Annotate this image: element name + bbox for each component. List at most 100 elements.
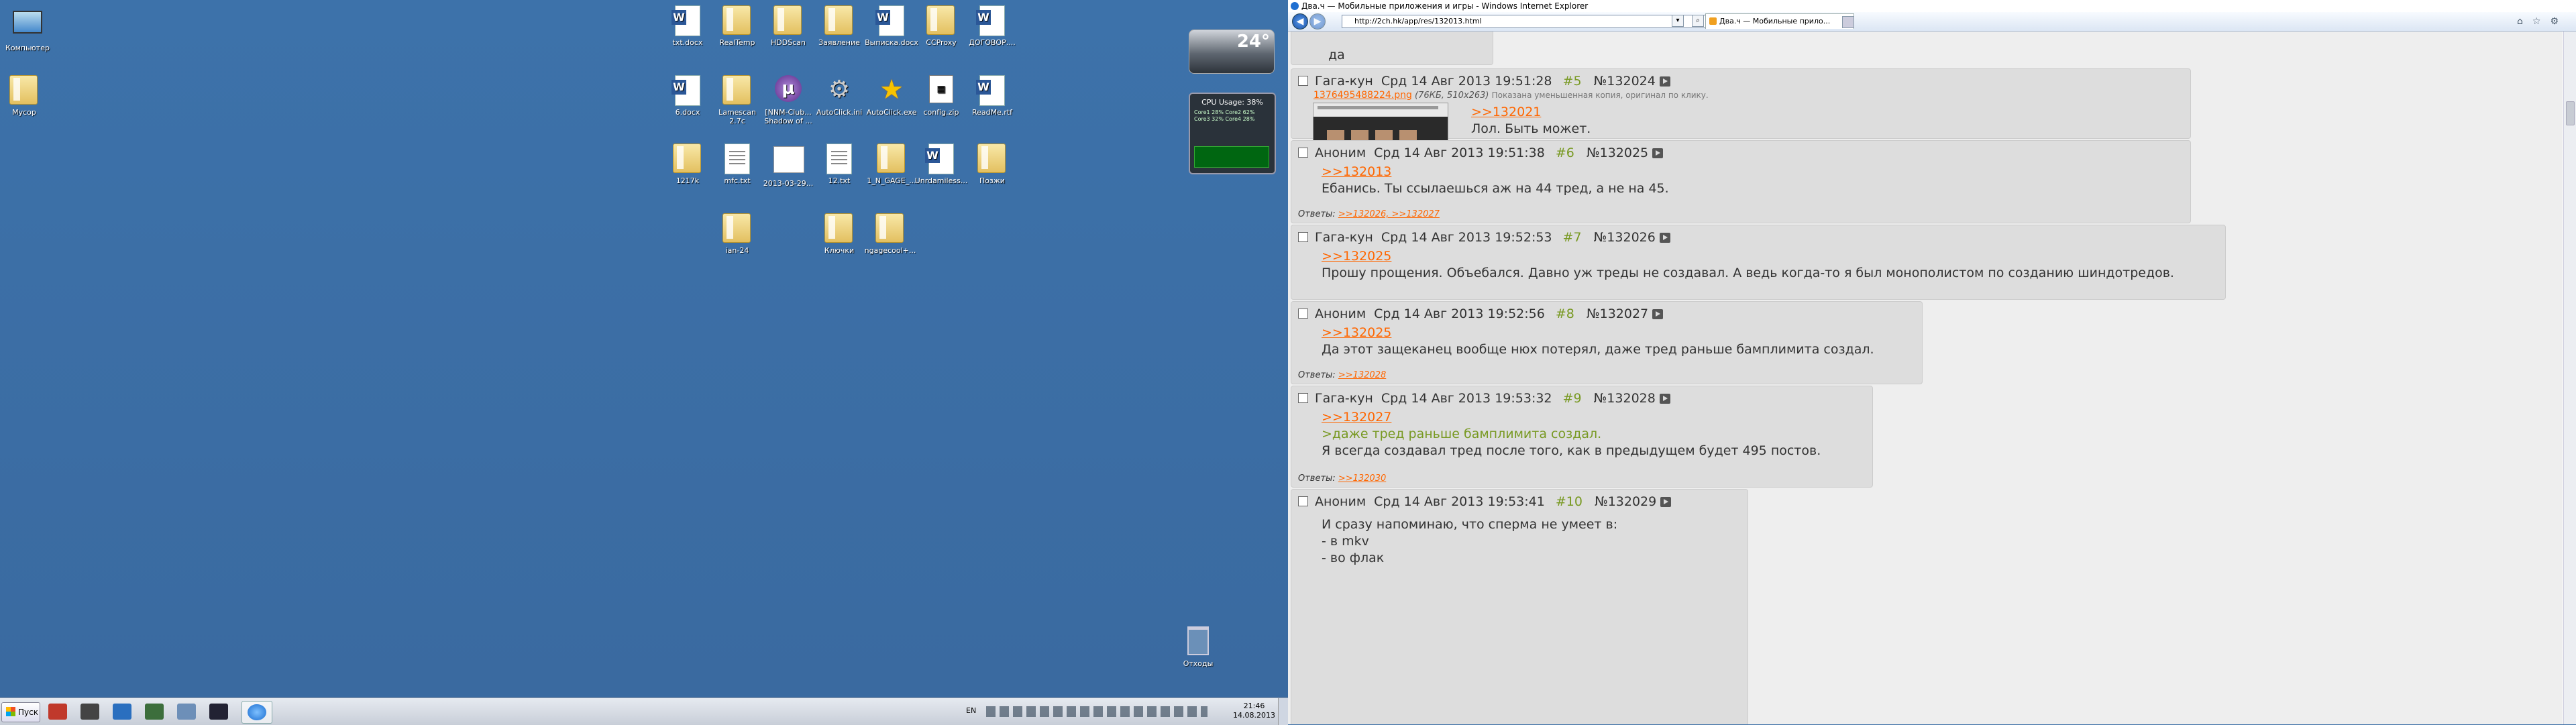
desktop-icon-file[interactable]: Выписка.docx <box>864 5 919 47</box>
desktop-icon-recycle-bin[interactable]: Отходы <box>1171 624 1226 668</box>
post-number[interactable]: №132025 <box>1587 146 1648 160</box>
desktop-icon-file[interactable]: ngagecool+... <box>863 213 918 255</box>
clock[interactable]: 21:46 14.08.2013 <box>1233 702 1275 720</box>
desktop-icon-file[interactable]: RealTemp <box>710 5 765 47</box>
post-menu-icon[interactable] <box>1652 309 1664 319</box>
reply-link[interactable]: >>132027 <box>1322 409 1821 426</box>
post-message: >>132025 Да этот защеканец вообще нюх по… <box>1322 325 1874 357</box>
post-message: >>132021 Лол. Быть может. <box>1471 104 1591 136</box>
post-select-checkbox[interactable] <box>1298 76 1308 86</box>
post-menu-icon[interactable] <box>1659 394 1670 404</box>
desktop-icon-file[interactable]: Unrdamiless... <box>914 144 969 185</box>
answer-links[interactable]: >>132028 <box>1338 370 1386 380</box>
desktop-icon-file[interactable]: 2013-03-29... <box>761 144 816 188</box>
image-file-icon <box>773 146 804 173</box>
address-bar[interactable]: http://2ch.hk/app/res/132013.html <box>1342 15 1721 28</box>
desktop-icon-file[interactable]: HDDScan <box>761 5 816 47</box>
post-menu-icon[interactable] <box>1652 148 1664 158</box>
taskbar-app-button[interactable] <box>75 701 105 722</box>
desktop-icon-file[interactable]: ДОГОВОР.... <box>965 5 1020 47</box>
weather-gadget[interactable]: 24° <box>1189 30 1275 74</box>
desktop-icon-file[interactable]: ★ AutoClick.exe <box>864 75 919 117</box>
desktop-icon-musor[interactable]: Мусор <box>0 75 52 117</box>
recycle-bin-icon <box>1187 626 1209 655</box>
post-menu-icon[interactable] <box>1659 76 1670 87</box>
cpu-graph <box>1194 146 1269 168</box>
desktop-icon-file[interactable]: CCProxy <box>914 5 969 47</box>
desktop-icon-file[interactable]: Позжи <box>965 144 1020 185</box>
post-number[interactable]: №132028 <box>1594 391 1656 406</box>
post-select-checkbox[interactable] <box>1298 496 1308 506</box>
post: Гага-кун Срд 14 Авг 2013 19:51:28 #5 №13202… <box>1291 68 2191 172</box>
taskbar-app-button[interactable] <box>140 701 169 722</box>
taskbar-app-button[interactable] <box>107 701 137 722</box>
post-number[interactable]: №132026 <box>1594 230 1656 245</box>
poster-name: Аноним <box>1315 306 1366 321</box>
taskbar-app-button[interactable] <box>172 701 201 722</box>
browser-tools[interactable]: ⌂☆⚙ <box>2517 16 2568 27</box>
show-desktop-button[interactable] <box>1278 698 1288 725</box>
desktop-icon-file[interactable]: 1_N_GAGE_... <box>864 144 919 185</box>
folder-icon <box>722 75 751 105</box>
post-menu-icon[interactable] <box>1659 233 1670 243</box>
desktop-icon-computer[interactable]: Компьютер <box>0 7 55 52</box>
vertical-scrollbar[interactable] <box>2563 32 2576 724</box>
folder-icon <box>926 5 955 35</box>
answer-links[interactable]: >>132026, >>132027 <box>1338 209 1440 219</box>
start-button[interactable]: Пуск <box>1 702 40 722</box>
post-number[interactable]: №132027 <box>1587 306 1648 321</box>
back-button[interactable]: ◀ <box>1292 13 1308 30</box>
search-icon[interactable]: ⌕ <box>1692 15 1704 27</box>
cpu-usage-gadget[interactable]: CPU Usage: 38% Core1 28% Core2 62% Core3… <box>1189 93 1276 174</box>
settings-file-icon: ⚙ <box>828 76 851 103</box>
taskbar-internet-explorer-button[interactable] <box>241 701 272 724</box>
window-title: Два.ч — Мобильные приложения и игры - Wi… <box>1288 0 2576 12</box>
post-select-checkbox[interactable] <box>1298 309 1308 319</box>
scrollbar-thumb[interactable] <box>2566 101 2575 125</box>
desktop-icon-file[interactable]: Lamescan 2.7c <box>710 75 765 125</box>
desktop-icon-file[interactable]: ⚙ AutoClick.ini <box>812 75 867 117</box>
forward-button[interactable]: ▶ <box>1309 13 1326 30</box>
reply-link[interactable]: >>132013 <box>1322 164 1669 180</box>
post-header: Аноним Срд 14 Авг 2013 19:53:41 #10 №132029 <box>1298 494 1672 509</box>
desktop: Компьютер Мусор txt.docx RealTemp HDDSca… <box>0 0 1288 698</box>
dropdown-icon[interactable]: ▾ <box>1672 15 1684 27</box>
post-select-checkbox[interactable] <box>1298 232 1308 242</box>
desktop-icon-file[interactable]: µ [NNM-Club... Shadow of ... <box>761 75 816 125</box>
desktop-icon-file[interactable]: Ключки <box>812 213 867 255</box>
post-number[interactable]: №132029 <box>1595 494 1656 509</box>
taskbar-app-button[interactable] <box>204 701 233 722</box>
post-message: да <box>1328 48 1345 62</box>
tab-active[interactable]: Два.ч — Мобильные прило... <box>1705 13 1854 29</box>
desktop-icon-file[interactable]: txt.docx <box>660 5 715 47</box>
tray-icons[interactable] <box>986 706 1208 717</box>
reply-link[interactable]: >>132025 <box>1322 248 2174 265</box>
file-link[interactable]: 1376495488224.png <box>1313 90 1412 101</box>
poster-name: Гага-кун <box>1315 230 1373 245</box>
folder-icon <box>875 213 904 243</box>
post-number[interactable]: №132024 <box>1594 74 1656 89</box>
taskbar-app-button[interactable] <box>43 701 72 722</box>
folder-icon <box>9 75 38 105</box>
app-icon <box>113 704 131 720</box>
post-select-checkbox[interactable] <box>1298 148 1308 158</box>
desktop-icon-file[interactable]: ReadMe.rtf <box>965 75 1020 117</box>
desktop-icon-file[interactable]: 12.txt <box>812 144 867 185</box>
folder-icon <box>722 5 751 35</box>
desktop-icon-file[interactable]: 6.docx <box>660 75 715 117</box>
folder-icon <box>722 213 751 243</box>
word-document-icon <box>925 144 954 174</box>
post-select-checkbox[interactable] <box>1298 393 1308 403</box>
desktop-icon-file[interactable]: mfc.txt <box>710 144 765 185</box>
desktop-icon-file[interactable]: Заявление <box>812 5 867 47</box>
desktop-icon-file[interactable]: ian-24 <box>710 213 765 255</box>
post-menu-icon[interactable] <box>1660 497 1672 507</box>
new-tab-button[interactable] <box>1842 16 1854 28</box>
language-indicator[interactable]: EN <box>966 706 976 715</box>
desktop-icon-file[interactable]: ▦ config.zip <box>914 75 969 117</box>
desktop-icon-file[interactable]: 1217k <box>660 144 715 185</box>
answer-links[interactable]: >>132030 <box>1338 473 1386 484</box>
reply-link[interactable]: >>132021 <box>1471 104 1591 121</box>
reply-link[interactable]: >>132025 <box>1322 325 1874 341</box>
folder-icon <box>824 5 853 35</box>
